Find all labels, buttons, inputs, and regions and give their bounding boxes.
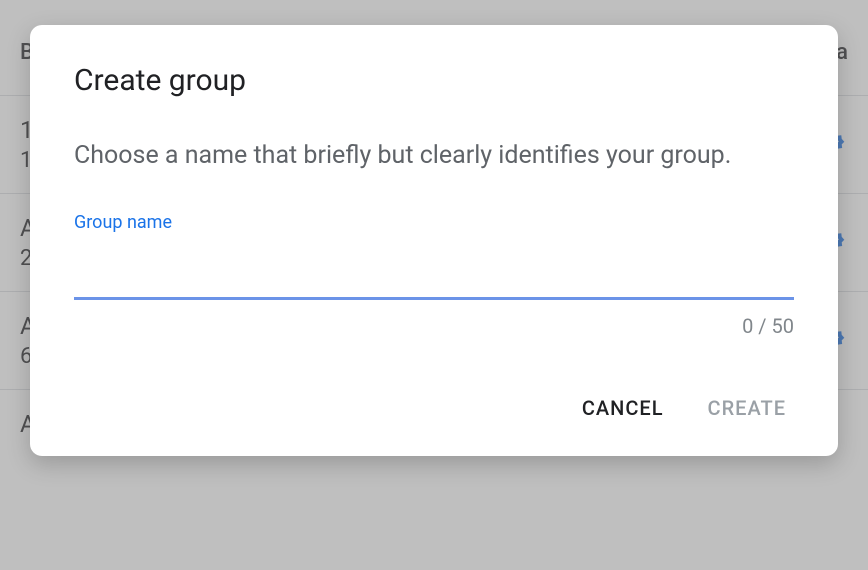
create-group-dialog: Create group Choose a name that briefly … bbox=[30, 25, 838, 456]
modal-overlay: Create group Choose a name that briefly … bbox=[0, 0, 868, 570]
dialog-description: Choose a name that briefly but clearly i… bbox=[74, 136, 794, 176]
dialog-title: Create group bbox=[74, 63, 794, 98]
group-name-label: Group name bbox=[74, 212, 794, 233]
cancel-button[interactable]: CANCEL bbox=[578, 388, 668, 428]
dialog-actions: CANCEL CREATE bbox=[74, 388, 794, 428]
group-name-input[interactable] bbox=[74, 241, 794, 300]
create-button[interactable]: CREATE bbox=[704, 388, 790, 428]
character-counter: 0 / 50 bbox=[74, 314, 794, 338]
